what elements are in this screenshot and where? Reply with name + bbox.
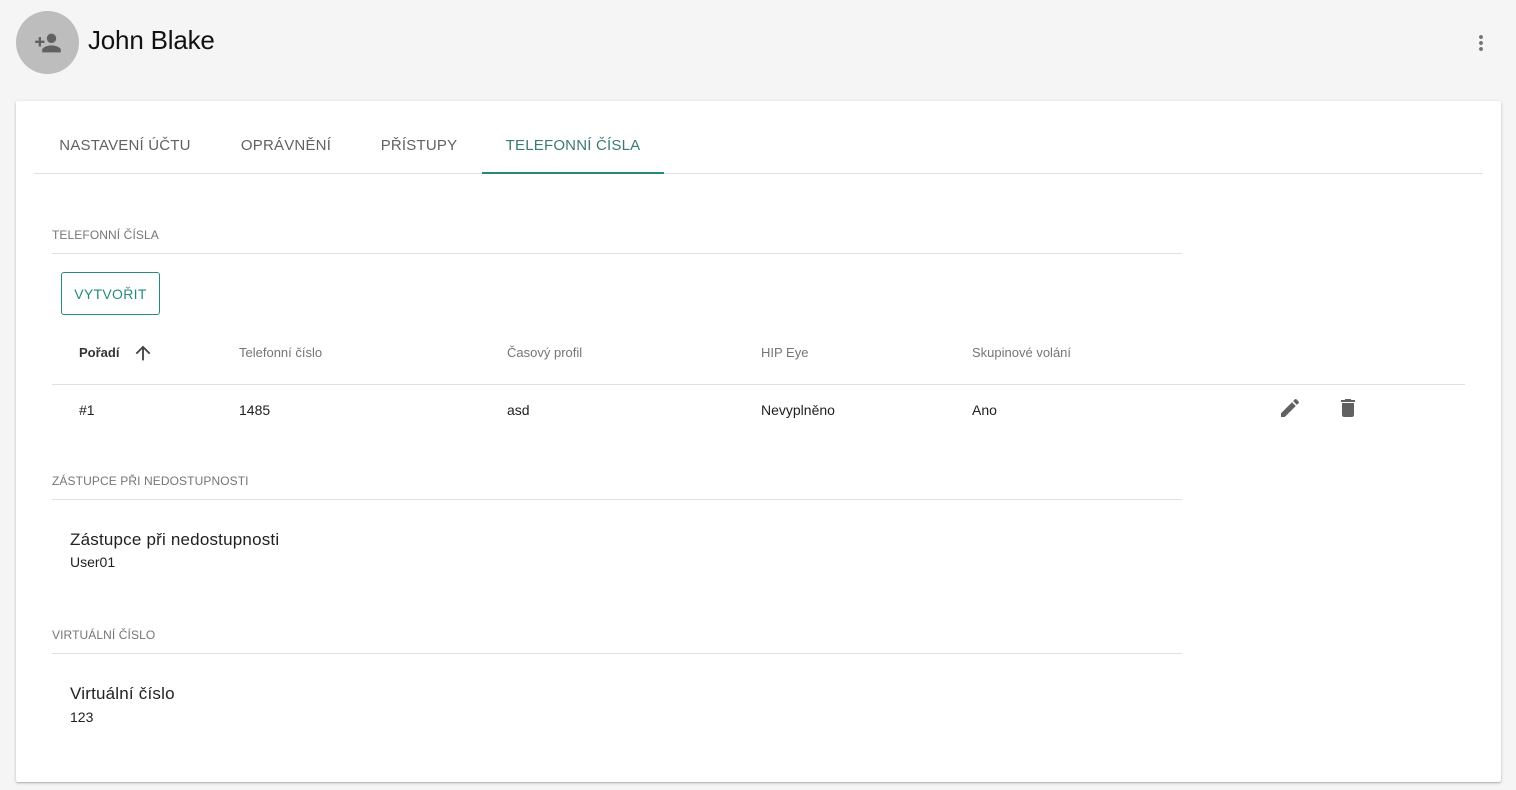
tab-permissions[interactable]: OPRÁVNĚNÍ [216, 101, 356, 174]
column-header-group-call[interactable]: Skupinové volání [972, 345, 1071, 360]
edit-button[interactable] [1277, 395, 1303, 421]
edit-icon [1281, 398, 1300, 417]
delete-button[interactable] [1335, 395, 1361, 421]
more-vert-icon [1479, 35, 1483, 51]
column-header-time-profile[interactable]: Časový profil [507, 345, 582, 360]
tab-account-settings[interactable]: NASTAVENÍ ÚČTU [34, 101, 216, 174]
avatar[interactable] [16, 11, 79, 74]
cell-time-profile: asd [507, 402, 530, 418]
cell-hip-eye: Nevyplněno [761, 402, 835, 418]
virtual-number-field-label: Virtuální číslo [70, 684, 175, 703]
user-detail-card: NASTAVENÍ ÚČTU OPRÁVNĚNÍ PŘÍSTUPY TELEFO… [16, 101, 1501, 782]
cell-group-call: Ano [972, 402, 997, 418]
table-divider [52, 384, 1465, 385]
column-header-phone-number[interactable]: Telefonní číslo [239, 345, 322, 360]
arrow-upward-icon[interactable] [132, 342, 154, 364]
delete-icon [1341, 399, 1355, 417]
substitute-section-label: ZÁSTUPCE PŘI NEDOSTUPNOSTI [52, 474, 1182, 500]
cell-order: #1 [79, 402, 95, 418]
virtual-number-section-label: VIRTUÁLNÍ ČÍSLO [52, 628, 1182, 654]
page-title: John Blake [88, 25, 215, 55]
substitute-field-value: User01 [70, 554, 116, 570]
column-header-hip-eye[interactable]: HIP Eye [761, 345, 808, 360]
tab-bar: NASTAVENÍ ÚČTU OPRÁVNĚNÍ PŘÍSTUPY TELEFO… [34, 101, 1483, 174]
column-header-order[interactable]: Pořadí [79, 345, 119, 360]
person-add-icon [34, 33, 61, 52]
tab-phone-numbers[interactable]: TELEFONNÍ ČÍSLA [482, 101, 664, 174]
cell-phone-number: 1485 [239, 402, 271, 418]
substitute-field-label: Zástupce při nedostupnosti [70, 530, 280, 549]
create-button[interactable]: VYTVOŘIT [61, 272, 160, 315]
virtual-number-field-value: 123 [70, 709, 94, 725]
page-header: John Blake [0, 0, 1516, 90]
tab-access[interactable]: PŘÍSTUPY [356, 101, 482, 174]
phone-numbers-section-label: TELEFONNÍ ČÍSLA [52, 228, 1182, 254]
more-options-button[interactable] [1466, 28, 1496, 58]
